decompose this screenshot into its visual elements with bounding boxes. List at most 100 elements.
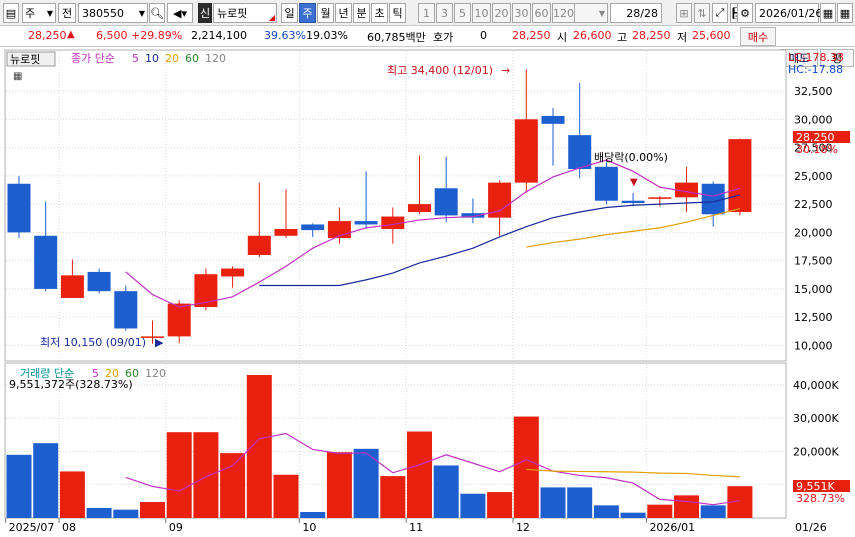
high-label: 고 (617, 31, 628, 44)
volume-bar (33, 443, 59, 518)
chart-menu-icon[interactable]: ▤ (3, 3, 19, 23)
candle-body (408, 204, 431, 213)
interval-button-1[interactable]: 3 (436, 3, 453, 23)
quote-bar: 28,250 ▲ 6,500 +29.89% 2,214,100 39.63% … (0, 26, 855, 47)
high-value: 28,250 (632, 29, 671, 42)
stock-chart[interactable]: 10,000 12,500 15,000 17,500 20,000 22,500 25,0… (0, 48, 855, 534)
crosshair-icon[interactable]: ⤢ (712, 3, 728, 23)
calendar-icon[interactable]: ▦ (820, 3, 836, 23)
high-arrow-icon: → (501, 64, 510, 77)
price-tick-label: 25,000 (794, 170, 833, 183)
up-arrow-icon: ▲ (67, 29, 75, 40)
buy-button[interactable]: 매수 (740, 27, 776, 46)
volume-bar (193, 432, 219, 518)
volume-bar (140, 502, 165, 518)
type-select[interactable]: 주 ▼ (22, 3, 56, 23)
volume-bar (700, 505, 726, 518)
bid-price: 28,250 (512, 29, 551, 42)
hc-label: HC:-17.88 (788, 63, 843, 76)
volume-bar (540, 487, 566, 518)
low-value: 25,600 (692, 29, 731, 42)
period-button-3[interactable]: 년 (335, 3, 352, 23)
volume-bar (407, 431, 432, 518)
chevron-down-icon: ▼ (138, 8, 145, 18)
price-tick-label: 20,000 (794, 226, 833, 239)
chart-area[interactable]: 10,000 12,500 15,000 17,500 20,000 22,500 25,0… (0, 48, 855, 534)
calendar-next-icon[interactable]: ▦ (837, 3, 853, 23)
candle-body (434, 188, 458, 216)
candle-body (701, 183, 725, 215)
candle-body (594, 166, 618, 201)
price-tick-label: 15,000 (794, 283, 833, 296)
gear-icon[interactable]: ⚙ (737, 3, 753, 23)
current-price: 28,250 (28, 29, 67, 42)
period-button-1[interactable]: 주 (299, 3, 316, 23)
candle-body (7, 183, 31, 233)
high-annotation: 최고 34,400 (12/01) (387, 64, 493, 77)
interval-button-5[interactable]: 30 (512, 3, 531, 23)
grid-icon[interactable]: ⊞ (676, 3, 692, 23)
hoga-value: 0 (480, 29, 487, 42)
price-tick-label: 17,500 (794, 255, 833, 268)
chevron-down-icon: ▼ (598, 8, 605, 18)
volume-bar (113, 509, 139, 518)
candle-body (221, 268, 245, 277)
interval-button-2[interactable]: 5 (454, 3, 471, 23)
volume-bar (273, 474, 299, 518)
candle-body (301, 224, 325, 231)
low-label: 저 (677, 31, 688, 44)
open-label: 시 (557, 31, 568, 44)
x-axis-right-label: 01/26 (795, 521, 827, 534)
legend-item-0: 종가 단순 (71, 52, 115, 65)
stock-code-input[interactable]: 380550 ▼ (78, 3, 148, 23)
period-button-2[interactable]: 월 (317, 3, 334, 23)
volume-bar (380, 476, 406, 518)
volume-bar (593, 505, 619, 518)
interval-custom-field[interactable]: ▼ (572, 3, 608, 23)
period-button-4[interactable]: 분 (353, 3, 370, 23)
x-axis-label: 08 (62, 521, 76, 534)
volume-bar (513, 416, 539, 518)
volume-legend-item-4: 120 (145, 367, 166, 380)
interval-button-4[interactable]: 20 (492, 3, 511, 23)
x-axis-label: 11 (409, 521, 423, 534)
price-tick-label: 12,500 (794, 311, 833, 324)
corner-triangle-icon: ◢ (268, 13, 275, 22)
volume-bar (487, 492, 513, 518)
price-tick-label: 30,000 (794, 113, 833, 126)
low-arrow-icon: ▶ (155, 336, 164, 349)
period-button-6[interactable]: 틱 (389, 3, 406, 23)
page-counter: 28/28 (610, 3, 662, 23)
volume-tick-label: 20,000K (793, 445, 839, 458)
volume-bar (86, 508, 112, 518)
price-tick-label: 10,000 (794, 339, 833, 352)
date-field[interactable]: 2026/01/26 (755, 3, 822, 23)
x-axis-label: 2025/07 (9, 521, 55, 534)
legend-item-3: 20 (165, 52, 179, 65)
volume-bar (300, 512, 326, 518)
stock-name-field[interactable]: 뉴로핏 ◢ (213, 3, 277, 23)
candle-body (541, 115, 565, 124)
volume-bar (6, 454, 32, 518)
speaker-icon[interactable]: ◀▾ (167, 3, 193, 23)
x-axis-label: 12 (516, 521, 530, 534)
amount-value: 60,785백만 (367, 31, 426, 44)
candle-body (167, 303, 191, 337)
stock-name-value: 뉴로핏 (217, 7, 248, 20)
x-axis-label: 10 (302, 521, 316, 534)
interval-button-6[interactable]: 60 (532, 3, 551, 23)
market-button[interactable]: 전 (58, 3, 76, 23)
volume-bar (647, 504, 673, 518)
period-button-5[interactable]: 초 (371, 3, 388, 23)
candle-body (648, 197, 672, 199)
period-button-0[interactable]: 일 (281, 3, 298, 23)
search-icon[interactable]: 🔍︎ (149, 3, 165, 23)
interval-button-0[interactable]: 1 (418, 3, 435, 23)
candle-body (568, 135, 592, 170)
candle-body (354, 221, 378, 225)
change-value: 6,500 (96, 29, 128, 42)
dividend-arrow-icon: ▼ (630, 177, 638, 188)
arrows-icon[interactable]: ⇅ (694, 3, 710, 23)
interval-button-3[interactable]: 10 (472, 3, 491, 23)
interval-button-7[interactable]: 120 (552, 3, 575, 23)
